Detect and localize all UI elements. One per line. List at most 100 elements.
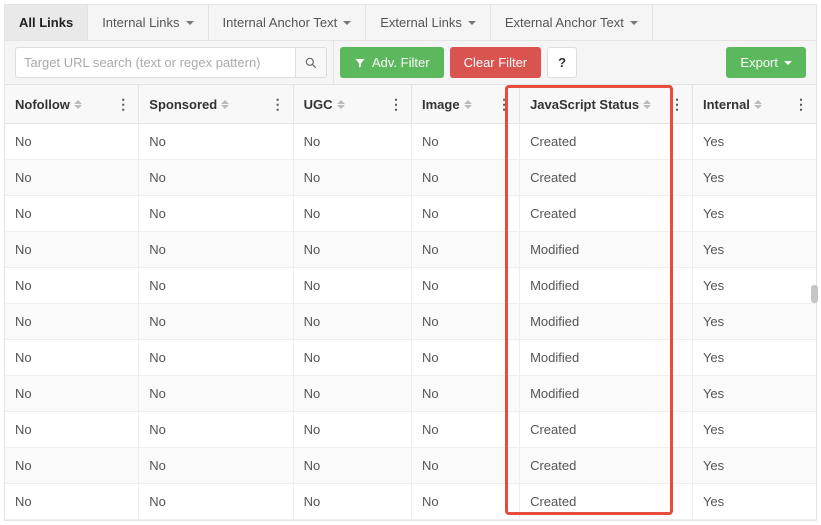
column-label: Nofollow [15, 97, 70, 112]
column-label: JavaScript Status [530, 97, 639, 112]
cell-internal: Yes [692, 160, 816, 196]
tab-external-anchor-text[interactable]: External Anchor Text [491, 5, 653, 40]
cell-js: Created [520, 484, 693, 520]
cell-image: No [412, 448, 520, 484]
chevron-down-icon [186, 21, 194, 25]
cell-nofollow: No [5, 412, 139, 448]
search-button[interactable] [295, 47, 327, 78]
column-menu-icon[interactable]: ⋮ [387, 94, 405, 115]
adv-filter-button[interactable]: Adv. Filter [340, 47, 444, 78]
cell-internal: Yes [692, 340, 816, 376]
cell-sponsored: No [139, 340, 293, 376]
column-header-javascript-status[interactable]: JavaScript Status ⋮ [520, 85, 693, 124]
cell-sponsored: No [139, 268, 293, 304]
export-label: Export [740, 55, 778, 70]
export-button[interactable]: Export [726, 47, 806, 78]
column-header-sponsored[interactable]: Sponsored⋮ [139, 85, 293, 124]
search-input[interactable] [15, 47, 295, 78]
cell-ugc: No [293, 196, 411, 232]
clear-filter-label: Clear Filter [464, 55, 528, 70]
cell-image: No [412, 304, 520, 340]
table-row[interactable]: NoNoNoNoModifiedYes [5, 376, 816, 412]
cell-internal: Yes [692, 484, 816, 520]
cell-sponsored: No [139, 412, 293, 448]
help-label: ? [558, 55, 566, 70]
sort-icon[interactable] [464, 100, 472, 109]
sort-icon[interactable] [74, 100, 82, 109]
cell-sponsored: No [139, 196, 293, 232]
chevron-down-icon [784, 61, 792, 65]
table-row[interactable]: NoNoNoNoCreatedYes [5, 160, 816, 196]
column-header-image[interactable]: Image⋮ [412, 85, 520, 124]
cell-js: Modified [520, 340, 693, 376]
table-row[interactable]: NoNoNoNoCreatedYes [5, 412, 816, 448]
column-menu-icon[interactable]: ⋮ [792, 94, 810, 115]
cell-image: No [412, 340, 520, 376]
cell-ugc: No [293, 304, 411, 340]
cell-image: No [412, 160, 520, 196]
table-row[interactable]: NoNoNoNoModifiedYes [5, 268, 816, 304]
cell-nofollow: No [5, 340, 139, 376]
cell-image: No [412, 412, 520, 448]
cell-ugc: No [293, 124, 411, 160]
cell-internal: Yes [692, 304, 816, 340]
column-menu-icon[interactable]: ⋮ [114, 94, 132, 115]
clear-filter-button[interactable]: Clear Filter [450, 47, 542, 78]
chevron-down-icon [468, 21, 476, 25]
cell-image: No [412, 484, 520, 520]
sort-icon[interactable] [337, 100, 345, 109]
cell-js: Modified [520, 376, 693, 412]
cell-internal: Yes [692, 376, 816, 412]
column-header-ugc[interactable]: UGC ⋮ [293, 85, 411, 124]
help-button[interactable]: ? [547, 47, 577, 78]
table-header-row: Nofollow⋮Sponsored⋮UGC⋮Image⋮JavaScript … [5, 85, 816, 124]
table-row[interactable]: NoNoNoNoCreatedYes [5, 196, 816, 232]
tab-all-links[interactable]: All Links [5, 5, 88, 40]
column-menu-icon[interactable]: ⋮ [668, 94, 686, 115]
cell-nofollow: No [5, 268, 139, 304]
table-row[interactable]: NoNoNoNoCreatedYes [5, 484, 816, 520]
sort-icon[interactable] [221, 100, 229, 109]
cell-nofollow: No [5, 124, 139, 160]
toolbar: Adv. Filter Clear Filter ? Export [5, 41, 816, 85]
sort-icon[interactable] [754, 100, 762, 109]
cell-internal: Yes [692, 196, 816, 232]
tabs-bar: All Links Internal LinksInternal Anchor T… [5, 5, 816, 41]
scrollbar-thumb[interactable] [811, 285, 818, 303]
cell-internal: Yes [692, 232, 816, 268]
sort-icon[interactable] [643, 100, 651, 109]
chevron-down-icon [343, 21, 351, 25]
tab-label: External Links [380, 15, 462, 30]
cell-sponsored: No [139, 484, 293, 520]
cell-ugc: No [293, 232, 411, 268]
column-label: UGC [304, 97, 333, 112]
cell-ugc: No [293, 412, 411, 448]
cell-sponsored: No [139, 160, 293, 196]
table-area: Nofollow⋮Sponsored⋮UGC⋮Image⋮JavaScript … [5, 85, 816, 520]
tab-internal-anchor-text[interactable]: Internal Anchor Text [209, 5, 367, 40]
table-row[interactable]: NoNoNoNoCreatedYes [5, 124, 816, 160]
cell-internal: Yes [692, 124, 816, 160]
cell-js: Modified [520, 304, 693, 340]
cell-ugc: No [293, 340, 411, 376]
table-row[interactable]: NoNoNoNoCreatedYes [5, 448, 816, 484]
cell-ugc: No [293, 268, 411, 304]
cell-nofollow: No [5, 196, 139, 232]
cell-js: Created [520, 412, 693, 448]
tab-label: All Links [19, 15, 73, 30]
tab-internal-links[interactable]: Internal Links [88, 5, 208, 40]
tab-external-links[interactable]: External Links [366, 5, 491, 40]
cell-image: No [412, 232, 520, 268]
table-row[interactable]: NoNoNoNoModifiedYes [5, 232, 816, 268]
cell-js: Modified [520, 268, 693, 304]
column-header-nofollow[interactable]: Nofollow ⋮ [5, 85, 139, 124]
column-menu-icon[interactable]: ⋮ [495, 94, 513, 115]
cell-image: No [412, 268, 520, 304]
column-header-internal[interactable]: Internal⋮ [692, 85, 816, 124]
table-row[interactable]: NoNoNoNoModifiedYes [5, 304, 816, 340]
table-row[interactable]: NoNoNoNoModifiedYes [5, 340, 816, 376]
cell-image: No [412, 376, 520, 412]
column-menu-icon[interactable]: ⋮ [269, 94, 287, 115]
cell-image: No [412, 196, 520, 232]
search-group [5, 41, 334, 84]
